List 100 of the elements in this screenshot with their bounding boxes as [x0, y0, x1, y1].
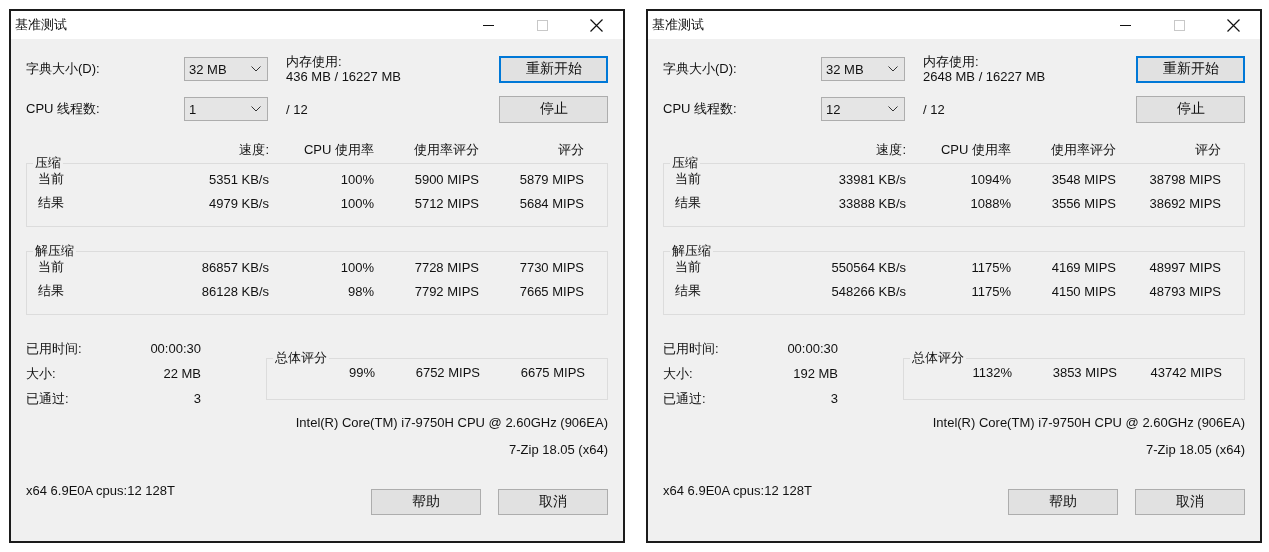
window-title: 基准测试	[651, 16, 704, 34]
cpu-info-text: Intel(R) Core(TM) i7-9750H CPU @ 2.60GHz (906EA)	[295, 415, 608, 430]
table-cell-text: 1175%	[970, 259, 1011, 275]
stat-label: 大小:	[663, 364, 693, 383]
stat-value: 192 MB	[793, 366, 838, 381]
table-cell-text: 7792 MIPS	[413, 283, 479, 299]
stat-value: 3	[830, 391, 838, 406]
table-cell-text: 1175%	[970, 283, 1011, 299]
column-header: 速度:	[238, 142, 269, 158]
help-button[interactable]: 帮助	[371, 489, 481, 515]
stat-label: 已用时间:	[663, 339, 719, 358]
stat-value: 00:00:30	[787, 341, 838, 356]
table-cell-text: 100%	[339, 171, 374, 187]
cpu-threads-label: CPU 线程数:	[26, 100, 101, 118]
cpu-info-text: Intel(R) Core(TM) i7-9750H CPU @ 2.60GHz (906EA)	[932, 415, 1245, 430]
table-cell-text: 99%	[347, 365, 375, 380]
maximize-icon	[1173, 19, 1185, 31]
group-title: 总体评分	[910, 350, 966, 366]
stat-label: 已通过:	[26, 389, 69, 408]
help-button[interactable]: 帮助	[1008, 489, 1118, 515]
stat-label: 大小:	[26, 364, 56, 383]
close-icon	[589, 18, 603, 32]
row-label: 结果	[675, 282, 702, 300]
cpu-threads-dropdown[interactable]: 1	[184, 97, 268, 121]
table-cell-text: 48997 MIPS	[1148, 259, 1221, 275]
chevron-down-icon	[888, 66, 898, 72]
table-cell-text: 3853 MIPS	[1051, 365, 1117, 380]
cpu-threads-label: CPU 线程数:	[663, 100, 738, 118]
table-cell-text: 5900 MIPS	[413, 171, 479, 187]
close-icon	[1226, 18, 1240, 32]
version-text: 7-Zip 18.05 (x64)	[1146, 442, 1245, 457]
table-cell-text: 48793 MIPS	[1148, 283, 1221, 299]
chevron-down-icon	[888, 106, 898, 112]
table-cell-text: 5684 MIPS	[518, 195, 584, 211]
group-title: 解压缩	[670, 243, 713, 259]
stat-value: 00:00:30	[150, 341, 201, 356]
row-label: 当前	[675, 170, 702, 188]
system-info-text: x64 6.9E0A cpus:12 128T	[663, 483, 812, 499]
table-cell-text: 7730 MIPS	[518, 259, 584, 275]
row-label: 当前	[675, 258, 702, 276]
stat-label: 已通过:	[663, 389, 706, 408]
table-cell-text: 38798 MIPS	[1148, 171, 1221, 187]
stat-value: 22 MB	[163, 366, 201, 381]
stat-value: 3	[193, 391, 201, 406]
dictionary-size-label: 字典大小(D):	[663, 60, 738, 78]
table-cell-text: 1094%	[969, 171, 1011, 187]
table-cell-text: 5712 MIPS	[413, 195, 479, 211]
table-cell-text: 33981 KB/s	[837, 171, 906, 187]
group-title: 总体评分	[273, 350, 329, 366]
column-header: CPU 使用率	[302, 142, 374, 158]
cpu-threads-dropdown[interactable]: 12	[821, 97, 905, 121]
restart-button[interactable]: 重新开始	[1136, 55, 1245, 83]
table-cell-text: 5351 KB/s	[208, 171, 269, 187]
table-cell-text: 3556 MIPS	[1050, 195, 1116, 211]
table-cell-text: 100%	[339, 259, 374, 275]
column-header: CPU 使用率	[939, 142, 1011, 158]
table-cell-text: 86128 KB/s	[200, 283, 269, 299]
table-cell-text: 548266 KB/s	[830, 283, 906, 299]
cancel-button[interactable]: 取消	[1135, 489, 1245, 515]
table-cell-text: 4979 KB/s	[208, 195, 269, 211]
dictionary-size-dropdown[interactable]: 32 MB	[821, 57, 905, 81]
restart-button[interactable]: 重新开始	[499, 55, 608, 83]
table-cell-text: 7728 MIPS	[413, 259, 479, 275]
stop-button[interactable]: 停止	[499, 95, 608, 123]
chevron-down-icon	[251, 66, 261, 72]
memory-usage-label: 内存使用:	[286, 54, 343, 69]
window-title: 基准测试	[14, 16, 67, 34]
thread-max-text: / 12	[285, 101, 309, 117]
cancel-button[interactable]: 取消	[498, 489, 608, 515]
table-cell-text: 3548 MIPS	[1050, 171, 1116, 187]
memory-usage-label: 内存使用:	[923, 54, 980, 69]
row-label: 当前	[38, 258, 65, 276]
table-cell-text: 6675 MIPS	[519, 365, 585, 380]
memory-usage-value: 436 MB / 16227 MB	[286, 69, 402, 84]
table-cell-text: 33888 KB/s	[837, 195, 906, 211]
dictionary-size-label: 字典大小(D):	[26, 60, 101, 78]
table-cell-text: 550564 KB/s	[830, 259, 906, 275]
row-label: 结果	[38, 282, 65, 300]
table-cell-text: 4169 MIPS	[1050, 259, 1116, 275]
thread-max-text: / 12	[922, 101, 946, 117]
column-header: 使用率评分	[413, 142, 479, 158]
column-header: 速度:	[875, 142, 906, 158]
stat-label: 已用时间:	[26, 339, 82, 358]
maximize-icon	[536, 19, 548, 31]
row-label: 结果	[675, 194, 702, 212]
version-text: 7-Zip 18.05 (x64)	[509, 442, 608, 457]
table-cell-text: 5879 MIPS	[518, 171, 584, 187]
table-cell-text: 98%	[346, 283, 374, 299]
group-title: 压缩	[670, 155, 700, 171]
column-header: 评分	[557, 142, 584, 158]
chevron-down-icon	[251, 106, 261, 112]
dictionary-size-dropdown[interactable]: 32 MB	[184, 57, 268, 81]
table-cell-text: 86857 KB/s	[200, 259, 269, 275]
column-header: 使用率评分	[1050, 142, 1116, 158]
stop-button[interactable]: 停止	[1136, 95, 1245, 123]
row-label: 结果	[38, 194, 65, 212]
system-info-text: x64 6.9E0A cpus:12 128T	[26, 483, 175, 499]
table-cell-text: 1132%	[971, 365, 1012, 380]
group-title: 压缩	[33, 155, 63, 171]
table-cell-text: 100%	[339, 195, 374, 211]
